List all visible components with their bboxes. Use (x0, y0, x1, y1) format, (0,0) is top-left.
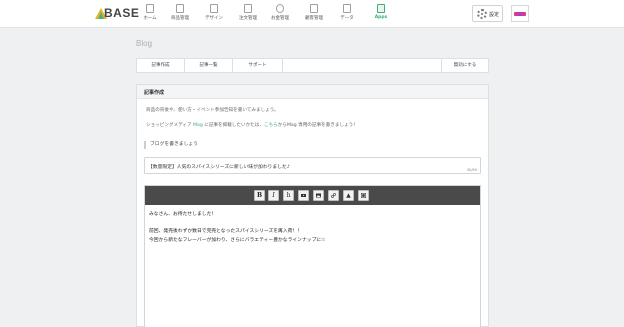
video-button[interactable] (298, 190, 309, 201)
nav-item-design[interactable]: デザイン (197, 0, 231, 28)
shop-logo-icon (514, 12, 526, 16)
italic-button[interactable]: I (268, 190, 279, 201)
here-link[interactable]: こちら (264, 123, 278, 128)
nav-item-apps[interactable]: Apps (364, 0, 398, 28)
money-icon (276, 4, 284, 13)
alert-button[interactable] (343, 190, 354, 201)
editor-text-line: 今回から新たなフレーバーが加わり、さらにバラエティー豊かなラインナップに☆ (149, 238, 326, 243)
article-title-value: 【数量限定】人気のスパイスシリーズに新しい味が加わりました♪ (148, 165, 290, 170)
section-label: ブログを書きましょう (144, 141, 198, 149)
triangle-icon (346, 193, 351, 198)
nav-item-orders[interactable]: 注文管理 (231, 0, 265, 28)
nav-item-customers[interactable]: 顧客管理 (297, 0, 331, 28)
mag-link[interactable]: Mag (193, 123, 203, 128)
customers-icon (310, 4, 318, 13)
tab-create-article[interactable]: 記事作成 (137, 59, 185, 72)
products-icon (176, 4, 184, 13)
apps-icon (377, 4, 385, 13)
title-char-counter: 30/60 (466, 168, 477, 172)
design-icon (210, 4, 218, 13)
article-create-panel: 記事作成 商品の背後や、使い方・イベント参加告知を書いてみましょう。 ショッピン… (136, 84, 489, 327)
mag-intro-mid: に記事を掲載したいかたは、 (202, 123, 264, 128)
nav-label: Apps (374, 15, 388, 20)
nav-item-home[interactable]: ホーム (133, 0, 167, 28)
tab-disable[interactable]: 無効にする (441, 59, 488, 72)
mag-intro-text: ショッピングメディア Mag に記事を掲載したいかたは、こちらからMag 専用の… (146, 122, 358, 128)
intro-text: 商品の背後や、使い方・イベント参加告知を書いてみましょう。 (146, 108, 279, 113)
editor-text-line: 前回、発売後わずか数日で完売となったスパイスシリーズを再入荷！！ (149, 229, 302, 234)
home-icon (146, 4, 154, 13)
heading-button[interactable]: h (283, 190, 294, 201)
nav-item-data[interactable]: データ (330, 0, 364, 28)
panel-header: 記事作成 (137, 85, 488, 99)
article-title-input[interactable]: 【数量限定】人気のスパイスシリーズに新しい味が加わりました♪ 30/60 (144, 157, 481, 174)
gallery-icon (361, 193, 366, 198)
settings-button[interactable]: 設定 (472, 5, 503, 22)
top-bar: BASE ホーム 商品管理 デザイン 注文管理 お金管理 顧客管理 データ Ap… (0, 0, 624, 28)
panel-title: 記事作成 (144, 90, 165, 96)
tab-support[interactable]: サポート (233, 59, 283, 72)
link-button[interactable] (328, 190, 339, 201)
link-icon (331, 193, 336, 198)
image-button[interactable] (313, 190, 324, 201)
article-body-editor[interactable]: B I h みなさん、お待たせしました！ 前回、発売後わずか数日で完売となったス… (144, 185, 481, 327)
data-icon (343, 4, 351, 13)
shop-avatar[interactable] (511, 5, 529, 22)
gallery-button[interactable] (358, 190, 369, 201)
orders-icon (244, 4, 252, 13)
base-logo[interactable]: BASE (95, 6, 139, 22)
editor-toolbar: B I h (145, 186, 480, 205)
image-icon (316, 193, 321, 198)
editor-text-line: みなさん、お待たせしました！ (149, 212, 217, 217)
video-icon (301, 194, 306, 197)
settings-label: 設定 (489, 12, 500, 18)
mag-intro-post: からMag 専用の記事を書きましょう！ (277, 123, 358, 128)
tab-article-list[interactable]: 記事一覧 (185, 59, 233, 72)
nav-item-products[interactable]: 商品管理 (163, 0, 197, 28)
gear-icon (477, 9, 487, 19)
page-title: Blog (136, 39, 153, 48)
mag-intro-pre: ショッピングメディア (146, 123, 194, 128)
nav-item-money[interactable]: お金管理 (263, 0, 297, 28)
bold-button[interactable]: B (254, 190, 265, 201)
blog-tabs: 記事作成 記事一覧 サポート 無効にする (136, 58, 489, 73)
